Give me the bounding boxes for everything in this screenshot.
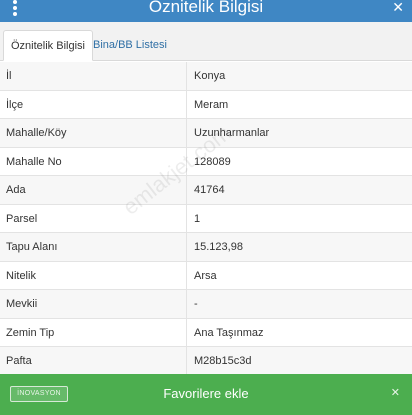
attribute-value: Konya xyxy=(194,70,226,82)
tab-bina-bb-listesi[interactable]: Bina/BB Listesi xyxy=(86,30,174,61)
attribute-key: Pafta xyxy=(6,355,32,367)
attribute-key: Mahalle No xyxy=(6,155,62,168)
column-divider xyxy=(186,62,187,90)
attribute-value: Uzunharmanlar xyxy=(194,127,270,139)
close-icon[interactable]: ✕ xyxy=(392,0,404,15)
table-row: Ada 41764 xyxy=(0,176,412,205)
attribute-key: İlçe xyxy=(6,98,24,111)
attribute-key: Tapu Alanı xyxy=(6,241,58,253)
column-divider xyxy=(186,90,187,118)
title-bar: Öznitelik Bilgisi ✕ xyxy=(0,0,412,22)
table-row: Mahalle/Köy Uzunharmanlar xyxy=(0,119,412,148)
table-row: Pafta M28b15c3d xyxy=(0,347,412,376)
table-row: Mevkii - xyxy=(0,290,412,319)
attribute-key: Parsel xyxy=(6,212,38,225)
attribute-value: Meram xyxy=(194,98,229,111)
table-row: Zemin Tip Ana Taşınmaz xyxy=(0,318,412,347)
attribute-value: 15.123,98 xyxy=(194,241,243,253)
attribute-table: İl Konya İlçe Meram Mahalle/Köy Uzunharm… xyxy=(0,62,412,376)
column-divider xyxy=(186,147,187,175)
column-divider xyxy=(186,261,187,289)
table-row: Nitelik Arsa xyxy=(0,261,412,290)
table-row: Tapu Alanı 15.123,98 xyxy=(0,233,412,262)
table-row: İlçe Meram xyxy=(0,90,412,119)
dialog-title: Öznitelik Bilgisi xyxy=(148,0,264,16)
tab-oznitelik-bilgisi[interactable]: Öznitelik Bilgisi xyxy=(3,30,93,61)
column-divider xyxy=(186,119,187,147)
attribute-value: 41764 xyxy=(194,184,225,196)
table-row: Parsel 1 xyxy=(0,204,412,233)
attribute-key: Ada xyxy=(6,184,26,196)
table-row: İl Konya xyxy=(0,62,412,91)
column-divider xyxy=(186,318,187,346)
column-divider xyxy=(186,204,187,232)
attribute-value: 128089 xyxy=(194,155,231,168)
attribute-key: İl xyxy=(6,70,12,82)
table-row: Mahalle No 128089 xyxy=(0,147,412,176)
tab-bar: Öznitelik Bilgisi Bina/BB Listesi xyxy=(0,22,412,61)
attribute-key: Mevkii xyxy=(6,298,38,310)
attribute-value: Arsa xyxy=(194,269,217,282)
close-icon[interactable]: ✕ xyxy=(391,386,400,399)
column-divider xyxy=(186,290,187,318)
add-favorite-button[interactable]: Favorilere ekle xyxy=(0,386,412,401)
attribute-value: - xyxy=(194,298,198,310)
column-divider xyxy=(186,176,187,204)
favorite-bar[interactable]: İNOVASYON Favorilere ekle ✕ xyxy=(0,374,412,415)
attribute-key: Nitelik xyxy=(6,269,36,282)
attribute-key: Mahalle/Köy xyxy=(6,127,67,139)
column-divider xyxy=(186,347,187,375)
attribute-value: 1 xyxy=(194,212,201,225)
attribute-value: M28b15c3d xyxy=(194,355,252,367)
attribute-value: Ana Taşınmaz xyxy=(194,326,264,339)
column-divider xyxy=(186,233,187,261)
attribute-key: Zemin Tip xyxy=(6,326,55,339)
